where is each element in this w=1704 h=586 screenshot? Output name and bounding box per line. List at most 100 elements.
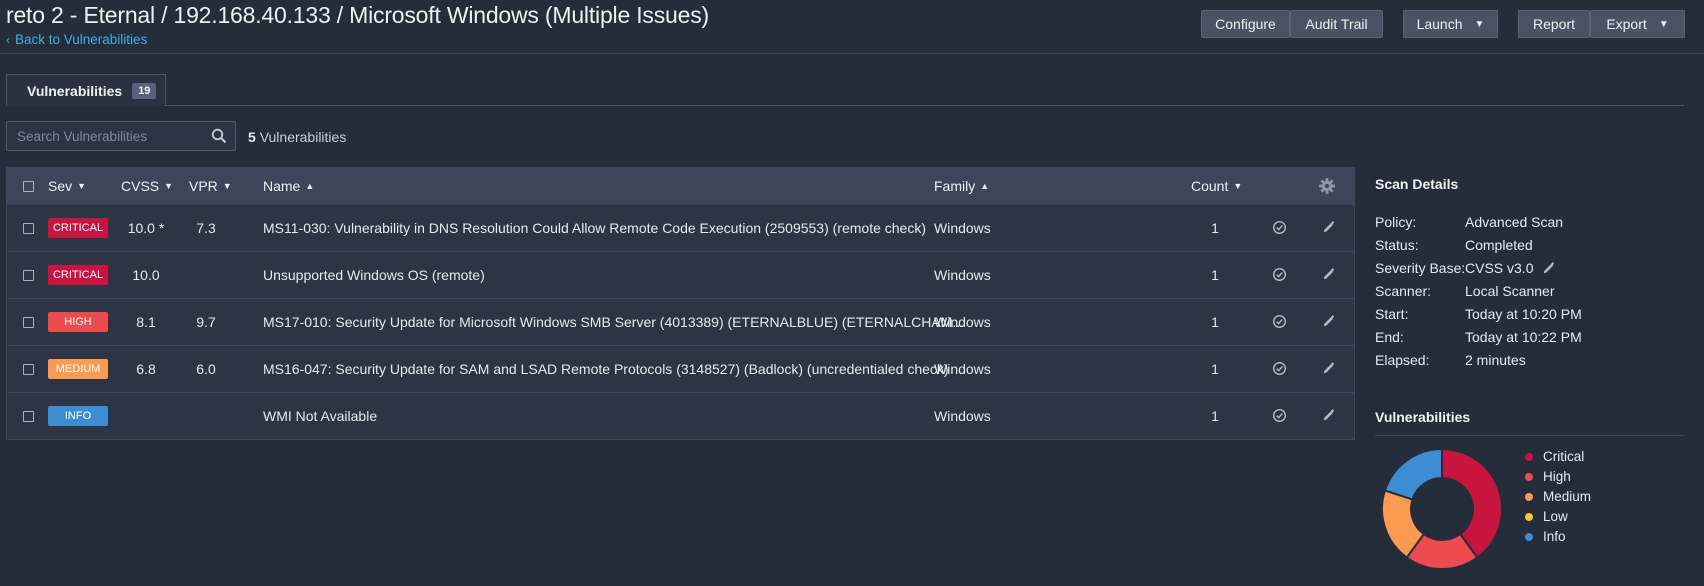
detail-value-text: Completed (1465, 237, 1533, 253)
sort-desc-icon: ▼ (164, 181, 174, 191)
col-count[interactable]: Count ▼ (1191, 168, 1242, 204)
edit-pencil-icon[interactable] (1321, 361, 1337, 377)
family-cell: Windows (934, 361, 991, 377)
row-checkbox[interactable] (23, 222, 34, 234)
column-settings[interactable] (1318, 168, 1336, 204)
vuln-name-cell[interactable]: MS17-010: Security Update for Microsoft … (263, 299, 964, 345)
sort-desc-icon: ▼ (77, 181, 87, 191)
edit-pencil-icon[interactable] (1321, 267, 1337, 283)
table-row[interactable]: CRITICAL 10.0 * 7.3 MS11-030: Vulnerability… (7, 204, 1354, 251)
row-action (1321, 299, 1337, 345)
col-cvss-label: CVSS (121, 178, 160, 194)
col-sev[interactable]: Sev ▼ (48, 168, 86, 204)
edit-pencil-icon[interactable] (1321, 408, 1337, 424)
check-circle-icon[interactable] (1272, 267, 1288, 283)
col-cvss[interactable]: CVSS ▼ (121, 168, 173, 204)
tab-vulnerabilities[interactable]: Vulnerabilities 19 (6, 74, 166, 106)
detail-value: Today at 10:22 PM (1465, 329, 1582, 345)
detail-label: Policy: (1375, 214, 1417, 230)
check-circle-icon[interactable] (1272, 408, 1288, 424)
severity-badge: HIGH (48, 312, 108, 332)
table-row[interactable]: MEDIUM 6.8 6.0 MS16-047: Security Update fo… (7, 345, 1354, 392)
severity-cell: INFO (48, 393, 108, 439)
gear-icon[interactable] (1318, 177, 1336, 195)
detail-label: Start: (1375, 306, 1409, 322)
col-family-label: Family (934, 178, 976, 194)
detail-value-text: Local Scanner (1465, 283, 1555, 299)
check-circle-icon[interactable] (1272, 220, 1288, 236)
row-action (1321, 393, 1337, 439)
legend-label: Low (1543, 509, 1568, 524)
col-name[interactable]: Name ▲ (263, 168, 314, 204)
search-icon[interactable] (211, 128, 227, 144)
row-action (1321, 205, 1337, 251)
severity-badge: CRITICAL (48, 218, 108, 238)
legend-dot-icon (1525, 532, 1533, 541)
detail-label: Scanner: (1375, 283, 1432, 299)
results-count: 5 Vulnerabilities (248, 129, 346, 145)
audit-trail-button[interactable]: Audit Trail (1290, 10, 1383, 38)
vuln-name-cell[interactable]: Unsupported Windows OS (remote) (263, 252, 485, 298)
export-button[interactable]: Export ▼ (1590, 10, 1685, 38)
back-link-label: Back to Vulnerabilities (15, 32, 148, 47)
row-action (1272, 346, 1288, 392)
col-vpr[interactable]: VPR ▼ (189, 168, 232, 204)
detail-label: Severity Base: (1375, 260, 1466, 276)
launch-button[interactable]: Launch ▼ (1403, 10, 1498, 38)
row-checkbox[interactable] (23, 316, 34, 328)
results-count-number: 5 (248, 129, 256, 145)
legend-item: Critical (1525, 449, 1584, 464)
search-input[interactable] (7, 122, 207, 150)
report-button[interactable]: Report (1518, 10, 1590, 38)
vulnerabilities-table: Sev ▼ CVSS ▼ VPR ▼ Name ▲ Family ▲ Count ▼ (6, 167, 1355, 440)
export-button-label: Export (1606, 16, 1647, 32)
count-cell: 1 (1211, 408, 1219, 424)
count-cell: 1 (1211, 267, 1219, 283)
vuln-name-cell[interactable]: MS16-047: Security Update for SAM and LS… (263, 346, 949, 392)
table-row[interactable]: INFO WMI Not Available Windows 1 (7, 392, 1354, 439)
row-checkbox[interactable] (23, 269, 34, 281)
legend-label: Critical (1543, 449, 1585, 464)
cvss-cell: 8.1 (136, 314, 156, 330)
family-cell: Windows (934, 220, 991, 236)
sort-desc-icon: ▼ (1233, 181, 1243, 191)
legend-dot-icon (1525, 472, 1533, 481)
vuln-chart-title: Vulnerabilities (1375, 409, 1471, 425)
configure-button[interactable]: Configure (1201, 10, 1290, 38)
row-checkbox[interactable] (23, 363, 34, 375)
detail-value-text: Today at 10:22 PM (1465, 329, 1582, 345)
family-cell: Windows (934, 314, 991, 330)
row-action (1272, 205, 1288, 251)
vuln-chart-divider (1375, 435, 1684, 436)
table-row[interactable]: CRITICAL 10.0 Unsupported Windows OS (remo… (7, 251, 1354, 298)
family-cell: Windows (934, 267, 991, 283)
vuln-name-cell[interactable]: WMI Not Available (263, 393, 377, 439)
legend-dot-icon (1525, 492, 1533, 501)
results-count-label: Vulnerabilities (259, 129, 347, 145)
page-title: reto 2 - Eternal / 192.168.40.133 / Micr… (6, 2, 709, 28)
col-vpr-label: VPR (189, 178, 218, 194)
edit-pencil-icon[interactable] (1321, 220, 1337, 236)
check-circle-icon[interactable] (1272, 314, 1288, 330)
vpr-cell: 7.3 (196, 220, 216, 236)
cvss-cell (117, 393, 175, 439)
legend-item: Medium (1525, 489, 1591, 504)
legend-label: Info (1543, 529, 1566, 544)
legend-dot-icon (1525, 452, 1533, 461)
donut-slice-info[interactable] (1383, 447, 1443, 501)
vuln-donut-chart (1381, 447, 1503, 570)
col-family[interactable]: Family ▲ (934, 168, 989, 204)
detail-value: Completed (1465, 237, 1533, 253)
legend-label: Medium (1543, 489, 1592, 504)
back-link[interactable]: ‹ Back to Vulnerabilities (6, 32, 147, 47)
select-all-checkbox[interactable] (23, 180, 34, 192)
edit-pencil-icon[interactable] (1321, 314, 1337, 330)
row-checkbox[interactable] (23, 410, 34, 422)
select-all-cell (23, 168, 34, 204)
table-row[interactable]: HIGH 8.1 9.7 MS17-010: Security Update for … (7, 298, 1354, 345)
detail-value: CVSS v3.0 (1465, 260, 1556, 276)
vuln-name-cell[interactable]: MS11-030: Vulnerability in DNS Resolutio… (263, 205, 926, 251)
vpr-cell (189, 252, 223, 298)
check-circle-icon[interactable] (1272, 361, 1288, 377)
edit-pencil-icon[interactable] (1541, 261, 1556, 276)
